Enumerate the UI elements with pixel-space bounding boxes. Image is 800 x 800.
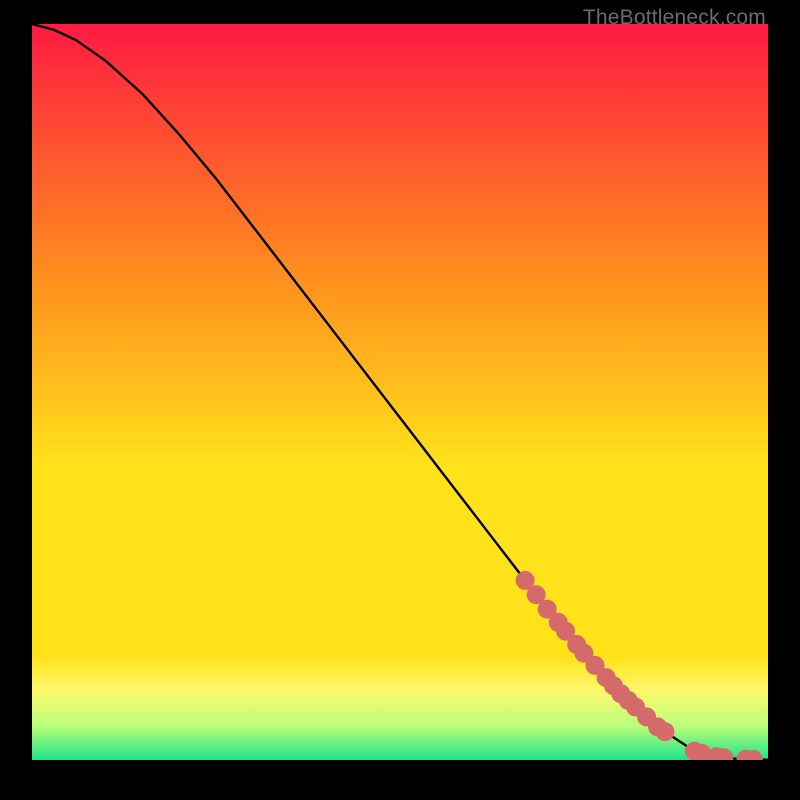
chart-svg (32, 24, 768, 760)
marker-dot (655, 722, 674, 741)
plot-area (32, 24, 768, 760)
chart-frame: TheBottleneck.com (0, 0, 800, 800)
